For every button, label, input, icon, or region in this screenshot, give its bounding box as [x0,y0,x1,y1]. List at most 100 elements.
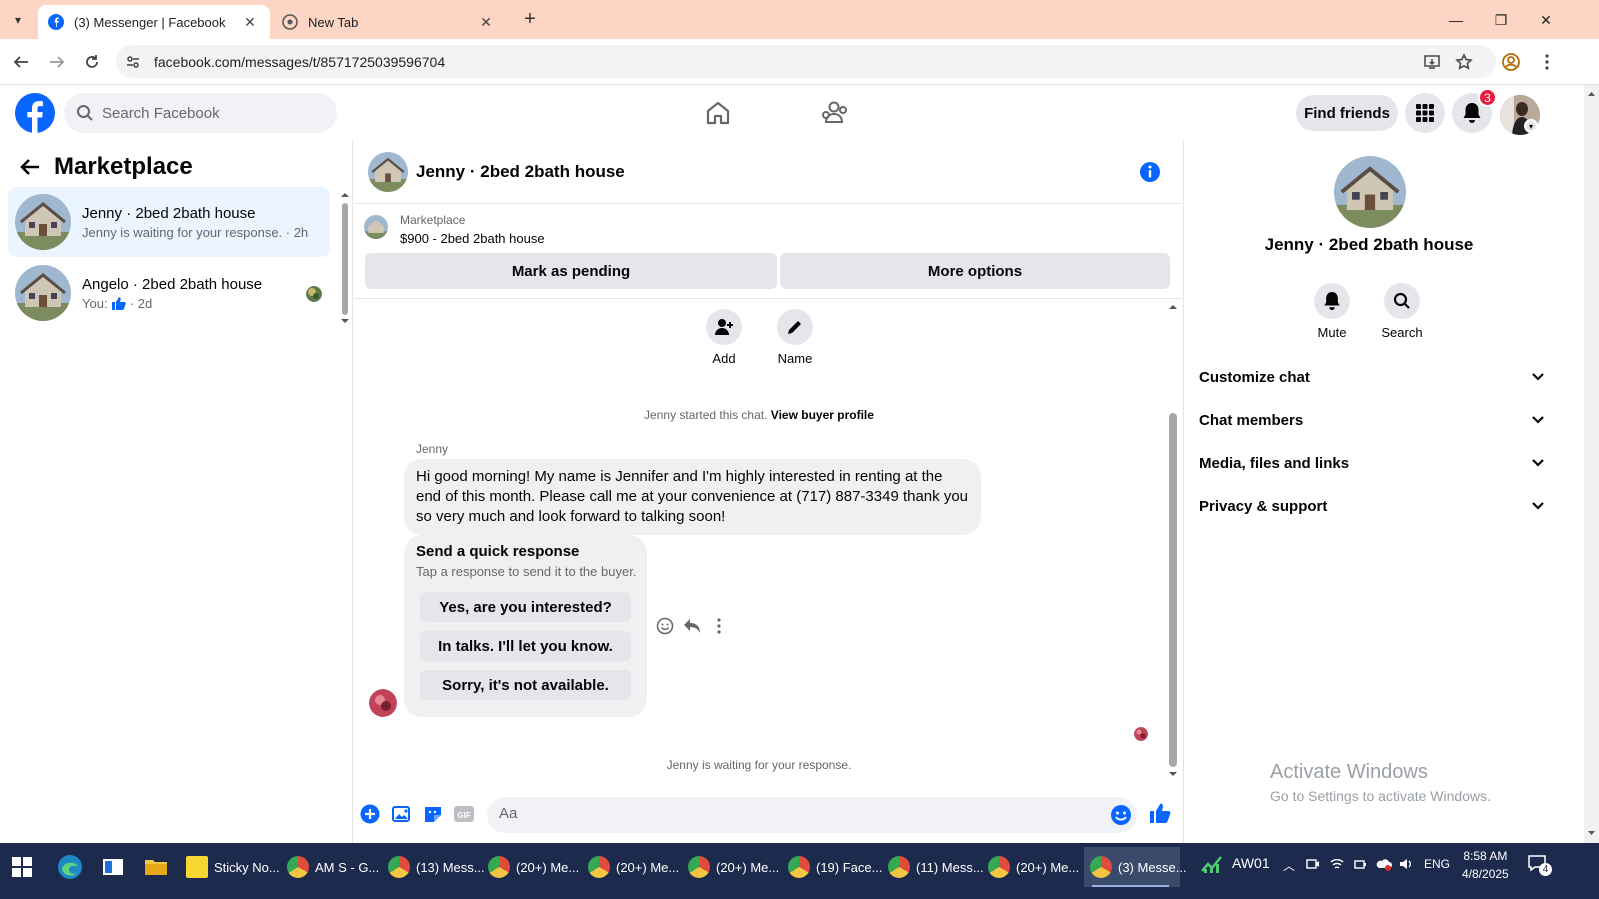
reload-icon[interactable] [79,49,105,75]
quick-reply-button[interactable]: Yes, are you interested? [420,592,631,622]
add-people-action[interactable]: Add [694,309,754,366]
more-vertical-icon[interactable] [708,615,730,637]
language-indicator[interactable]: ENG [1424,857,1450,871]
stock-label: AW01 [1232,855,1270,871]
action-center-icon[interactable]: 4 [1527,853,1552,876]
show-hidden-icons-icon[interactable]: ︿ [1283,857,1295,874]
taskbar-app-chrome[interactable]: (20+) Me... [688,847,784,887]
preview-suffix: · 2d [129,295,153,311]
browser-tab-bar: ▾ (3) Messenger | Facebook ✕ New Tab ✕ +… [0,0,1599,39]
taskbar-app-chrome[interactable]: (20+) Me... [488,847,584,887]
page-scrollbar[interactable] [1584,85,1599,843]
chat-scrollbar[interactable] [1166,301,1180,781]
bell-icon[interactable] [1314,283,1350,319]
tab-close-icon[interactable]: ✕ [240,12,260,32]
chrome-icon [488,856,510,878]
onedrive-icon[interactable] [1376,857,1392,874]
chat-members-section[interactable]: Chat members [1199,405,1545,435]
taskbar-app-chrome[interactable]: (13) Mess... [388,847,485,887]
conversation-item-angelo[interactable]: Angelo · 2bed 2bath house You: · 2d [8,258,330,328]
message-input-container[interactable] [487,797,1137,833]
taskbar-app-chrome[interactable]: (19) Face... [788,847,884,887]
tab-close-icon[interactable]: ✕ [476,12,496,32]
sticker-icon[interactable] [422,803,444,825]
conversation-item-jenny[interactable]: Jenny · 2bed 2bath house Jenny is waitin… [8,187,330,257]
quick-reply-button[interactable]: In talks. I'll let you know. [420,631,631,661]
house-avatar [15,194,71,250]
emoji-icon[interactable] [1110,804,1132,831]
reply-icon[interactable] [681,615,703,637]
chat-avatar[interactable] [368,152,408,192]
add-person-icon[interactable] [706,309,742,345]
home-icon[interactable] [700,95,736,131]
back-arrow-icon[interactable] [18,155,42,179]
minimize-icon[interactable]: — [1434,6,1478,34]
view-buyer-profile-link[interactable]: View buyer profile [771,408,874,422]
forward-icon[interactable] [44,49,70,75]
taskbar-app-chrome[interactable]: (20+) Me... [988,847,1084,887]
task-view-icon[interactable] [97,851,129,883]
menu-grid-icon[interactable] [1405,93,1445,133]
privacy-support-section[interactable]: Privacy & support [1199,491,1545,521]
pencil-icon[interactable] [777,309,813,345]
react-emoji-icon[interactable] [654,615,676,637]
plus-circle-icon[interactable] [359,803,381,825]
info-icon[interactable] [1138,160,1162,184]
facebook-search[interactable] [64,93,337,133]
message-input[interactable] [499,805,1079,822]
wifi-icon[interactable] [1330,857,1344,874]
install-app-icon[interactable] [1421,51,1443,73]
search-in-chat-action[interactable]: Search [1372,283,1432,340]
windows-start-icon[interactable] [12,857,32,877]
more-options-button[interactable]: More options [780,253,1170,289]
customize-chat-section[interactable]: Customize chat [1199,362,1545,392]
tab-search-dropdown-icon[interactable]: ▾ [6,8,30,32]
conversation-list-scrollbar[interactable] [340,191,350,326]
new-tab-button[interactable]: + [519,9,541,31]
gif-icon[interactable]: GIF [453,803,475,825]
find-friends-button[interactable]: Find friends [1296,95,1398,131]
chat-header: Jenny · 2bed 2bath house [354,141,1182,204]
listing-title[interactable]: $900 - 2bed 2bath house [400,231,545,246]
mark-as-pending-button[interactable]: Mark as pending [365,253,777,289]
mute-action[interactable]: Mute [1302,283,1362,340]
taskbar-app-chrome[interactable]: (11) Mess... [888,847,984,887]
name-action[interactable]: Name [765,309,825,366]
restore-icon[interactable]: ❐ [1479,6,1523,34]
search-icon[interactable] [1384,283,1420,319]
site-info-icon[interactable] [120,49,146,75]
taskbar-app-chrome[interactable]: (20+) Me... [588,847,684,887]
photo-icon[interactable] [391,803,413,825]
quick-reply-button[interactable]: Sorry, it's not available. [420,670,631,700]
taskbar-app-sticky-notes[interactable]: Sticky No... [186,847,282,887]
edge-browser-icon[interactable] [54,851,86,883]
meet-now-icon[interactable] [1306,857,1320,874]
message-bubble[interactable]: Hi good morning! My name is Jennifer and… [404,459,981,535]
taskbar-app-chrome-active[interactable]: (3) Messe... [1084,847,1187,887]
back-icon[interactable] [8,49,34,75]
browser-tab-messenger[interactable]: (3) Messenger | Facebook ✕ [38,5,270,39]
facebook-header: Find friends [0,85,1584,141]
power-icon[interactable] [1353,857,1367,874]
media-files-links-section[interactable]: Media, files and links [1199,448,1545,478]
chrome-menu-icon[interactable] [1536,51,1558,73]
url-bar[interactable]: facebook.com/messages/t/8571725039596704 [116,45,1496,78]
system-clock[interactable]: 8:58 AM 4/8/2025 [1462,847,1509,883]
chat-profile-avatar[interactable] [1334,156,1406,228]
file-explorer-icon[interactable] [140,851,172,883]
bookmark-star-icon[interactable] [1453,51,1475,73]
sender-avatar[interactable] [369,689,397,717]
search-input[interactable] [102,104,322,122]
volume-icon[interactable] [1399,857,1413,874]
like-thumbs-up-icon[interactable] [1148,801,1172,825]
groups-icon[interactable] [817,95,853,131]
close-window-icon[interactable]: ✕ [1524,6,1568,34]
stock-widget[interactable]: AW01 [1200,851,1270,875]
account-chevron-down-icon[interactable]: ▾ [1524,119,1538,133]
browser-tab-new-tab[interactable]: New Tab ✕ [272,5,506,39]
chat-title[interactable]: Jenny · 2bed 2bath house [416,162,625,182]
profile-icon[interactable] [1500,51,1522,73]
taskbar-app-chrome[interactable]: AM S - G... [287,847,383,887]
chat-started-notice: Jenny started this chat. View buyer prof… [354,408,1164,422]
facebook-logo-icon[interactable] [15,93,55,133]
